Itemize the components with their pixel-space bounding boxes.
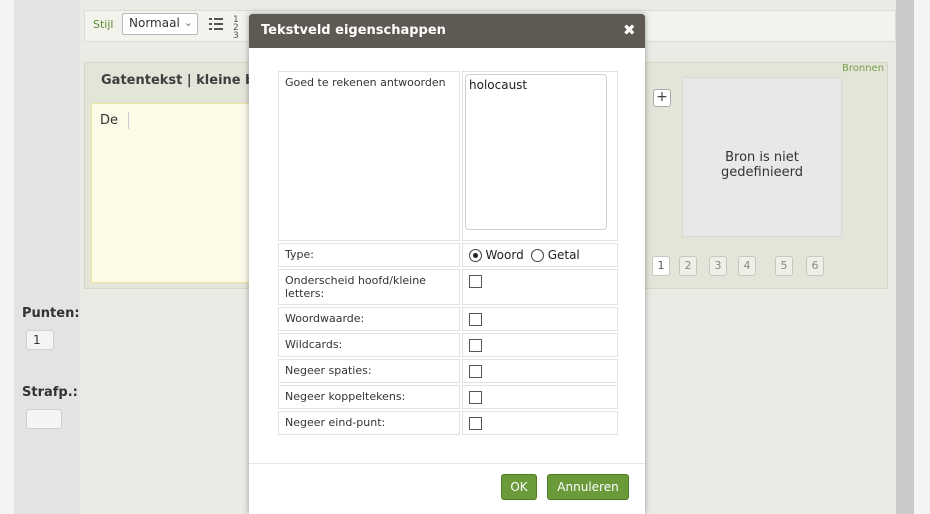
points-label: Punten: bbox=[22, 306, 80, 321]
ignore-spaces-checkbox[interactable] bbox=[469, 365, 482, 378]
question-title: Gatentekst | kleine bro bbox=[101, 73, 270, 88]
bullet-list-icon[interactable] bbox=[209, 17, 223, 31]
word-value-cell bbox=[462, 307, 618, 331]
dialog-title: Tekstveld eigenschappen bbox=[261, 23, 446, 38]
source-page-button-4[interactable]: 4 bbox=[738, 256, 756, 276]
sources-label: Bronnen bbox=[842, 63, 885, 74]
case-sensitive-cell bbox=[462, 269, 618, 305]
type-label: Type: bbox=[278, 243, 460, 267]
style-select-value: Normaal bbox=[129, 16, 180, 30]
source-page-button-5[interactable]: 5 bbox=[775, 256, 793, 276]
ignore-end-period-cell bbox=[462, 411, 618, 435]
type-radio-word-label[interactable]: Woord bbox=[486, 248, 524, 262]
ignore-hyphens-checkbox[interactable] bbox=[469, 391, 482, 404]
cancel-button[interactable]: Annuleren bbox=[547, 474, 629, 500]
numbered-list-icon[interactable]: 1 2 3 bbox=[233, 16, 241, 41]
style-label: Stijl bbox=[93, 18, 114, 31]
type-options: Woord Getal bbox=[462, 243, 618, 267]
type-radio-word[interactable] bbox=[469, 248, 482, 262]
option-row: Negeer eind-punt: bbox=[278, 411, 618, 435]
ignore-spaces-label: Negeer spaties: bbox=[278, 359, 460, 383]
points-input[interactable]: 1 bbox=[26, 330, 54, 350]
ignore-end-period-label: Negeer eind-punt: bbox=[278, 411, 460, 435]
wildcards-cell bbox=[462, 333, 618, 357]
ignore-hyphens-label: Negeer koppeltekens: bbox=[278, 385, 460, 409]
answers-row: Goed te rekenen antwoorden holocaust bbox=[278, 71, 618, 241]
style-select[interactable]: Normaal ⌄ bbox=[122, 13, 198, 35]
source-page-button-6[interactable]: 6 bbox=[806, 256, 824, 276]
case-sensitive-checkbox[interactable] bbox=[469, 275, 482, 288]
add-source-button[interactable]: + bbox=[653, 89, 671, 107]
case-sensitive-label: Onderscheid hoofd/kleine letters: bbox=[278, 269, 460, 305]
penalty-input[interactable] bbox=[26, 409, 62, 429]
ignore-end-period-checkbox[interactable] bbox=[469, 417, 482, 430]
option-row: Negeer spaties: bbox=[278, 359, 618, 383]
dialog-header[interactable]: Tekstveld eigenschappen ✖ bbox=[249, 14, 645, 48]
right-margin bbox=[914, 0, 930, 514]
source-page-button-2[interactable]: 2 bbox=[679, 256, 697, 276]
ok-button[interactable]: OK bbox=[501, 474, 537, 500]
ignore-hyphens-cell bbox=[462, 385, 618, 409]
option-row: Negeer koppeltekens: bbox=[278, 385, 618, 409]
option-row: Woordwaarde: bbox=[278, 307, 618, 331]
textfield-properties-dialog: Tekstveld eigenschappen ✖ Goed te rekene… bbox=[249, 14, 645, 514]
type-radio-number[interactable] bbox=[531, 248, 545, 262]
penalty-label: Strafp.: bbox=[22, 385, 78, 400]
source-page-button-3[interactable]: 3 bbox=[709, 256, 727, 276]
answers-cell: holocaust bbox=[462, 71, 618, 241]
properties-table: Goed te rekenen antwoorden holocaust Typ… bbox=[276, 69, 620, 437]
scrollbar[interactable] bbox=[896, 0, 914, 514]
option-row: Onderscheid hoofd/kleine letters: bbox=[278, 269, 618, 305]
ignore-spaces-cell bbox=[462, 359, 618, 383]
wildcards-checkbox[interactable] bbox=[469, 339, 482, 352]
option-row: Wildcards: bbox=[278, 333, 618, 357]
source-placeholder: Bron is niet gedefinieerd bbox=[721, 150, 803, 180]
answers-label: Goed te rekenen antwoorden bbox=[278, 71, 460, 241]
text-editor[interactable]: De bbox=[91, 103, 253, 283]
source-page-button-1[interactable]: 1 bbox=[652, 256, 670, 276]
source-box[interactable]: Bron is niet gedefinieerd bbox=[682, 77, 842, 237]
wildcards-label: Wildcards: bbox=[278, 333, 460, 357]
answers-textarea[interactable]: holocaust bbox=[465, 74, 607, 230]
type-radio-number-label[interactable]: Getal bbox=[548, 248, 580, 262]
editor-text: De bbox=[100, 113, 119, 128]
close-icon[interactable]: ✖ bbox=[623, 21, 636, 39]
word-value-checkbox[interactable] bbox=[469, 313, 482, 326]
type-row: Type: Woord Getal bbox=[278, 243, 618, 267]
word-value-label: Woordwaarde: bbox=[278, 307, 460, 331]
chevron-down-icon: ⌄ bbox=[183, 16, 193, 29]
left-column bbox=[14, 0, 80, 514]
left-margin bbox=[0, 0, 14, 514]
gap-marker[interactable] bbox=[128, 112, 129, 129]
dialog-footer-divider bbox=[249, 463, 645, 464]
